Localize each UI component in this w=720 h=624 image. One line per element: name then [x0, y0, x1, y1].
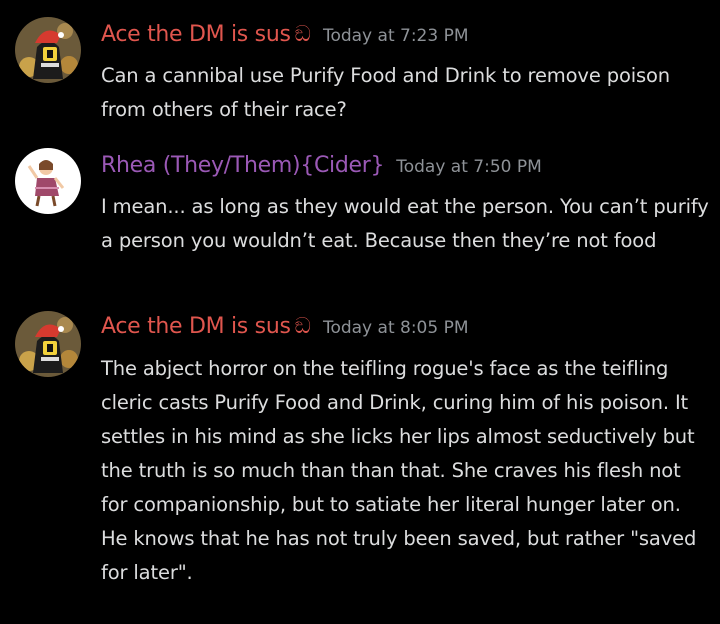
timestamp: Today at 8:05 PM [322, 318, 469, 338]
message-header: Ace the DM is sus ඞ Today at 8:05 PM [101, 314, 469, 339]
message-text: Can a cannibal use Purify Food and Drink… [101, 64, 670, 121]
message-text: The abject horror on the teifling rogue'… [101, 357, 697, 584]
rhea-avatar-icon [15, 148, 81, 214]
message-text: I mean... as long as they would eat the … [101, 195, 709, 252]
sus-icon: ඞ [294, 314, 311, 339]
ace-avatar-icon [15, 17, 81, 83]
ace-avatar[interactable] [15, 17, 81, 83]
ace-avatar[interactable] [15, 311, 81, 377]
sus-icon: ඞ [294, 22, 311, 47]
timestamp: Today at 7:50 PM [396, 157, 542, 177]
author-name[interactable]: Rhea (They/Them){Cider} [101, 153, 385, 178]
author-name[interactable]: Ace the DM is sus [101, 314, 291, 339]
message-header: Rhea (They/Them){Cider} Today at 7:50 PM [101, 153, 542, 178]
rhea-avatar[interactable] [15, 148, 81, 214]
ace-avatar-icon [15, 311, 81, 377]
message-header: Ace the DM is sus ඞ Today at 7:23 PM [101, 22, 469, 47]
author-name[interactable]: Ace the DM is sus [101, 22, 291, 47]
timestamp: Today at 7:23 PM [322, 26, 469, 46]
